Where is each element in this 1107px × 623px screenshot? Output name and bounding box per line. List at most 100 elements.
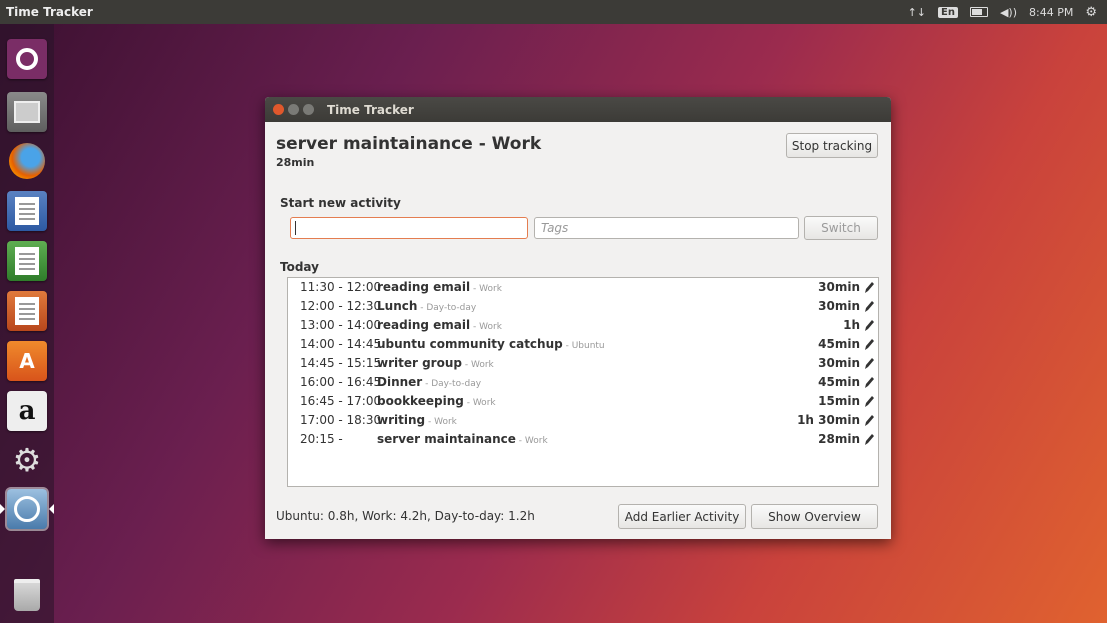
start-new-activity-label: Start new activity bbox=[280, 196, 401, 210]
activity-label: reading email - Work bbox=[377, 278, 502, 299]
activity-duration: 30min bbox=[818, 299, 860, 313]
activity-name: ubuntu community catchup bbox=[377, 337, 563, 351]
activity-name: Lunch bbox=[377, 299, 418, 313]
firefox-icon[interactable] bbox=[7, 141, 47, 181]
list-item[interactable]: 12:00 - 12:30 Lunch - Day-to-day 30min bbox=[288, 297, 878, 316]
current-activity-name: server maintainance - Work bbox=[276, 134, 542, 154]
activity-category: - Work bbox=[515, 436, 548, 446]
add-earlier-activity-button[interactable]: Add Earlier Activity bbox=[618, 504, 746, 529]
activity-name: server maintainance bbox=[377, 432, 516, 446]
activity-time: 14:45 - 15:15 bbox=[300, 356, 382, 370]
software-center-icon[interactable]: A bbox=[7, 341, 47, 381]
libreoffice-calc-icon[interactable] bbox=[7, 241, 47, 281]
edit-pencil-icon[interactable] bbox=[863, 335, 875, 354]
activity-category: - Work bbox=[470, 284, 502, 294]
close-icon[interactable] bbox=[273, 104, 284, 115]
activity-name: bookkeeping bbox=[377, 394, 464, 408]
active-app-title: Time Tracker bbox=[6, 5, 93, 19]
list-item[interactable]: 13:00 - 14:00 reading email - Work 1h bbox=[288, 316, 878, 335]
edit-pencil-icon[interactable] bbox=[863, 411, 875, 430]
edit-pencil-icon[interactable] bbox=[863, 430, 875, 449]
list-item[interactable]: 16:00 - 16:45 Dinner - Day-to-day 45min bbox=[288, 373, 878, 392]
list-item[interactable]: 20:15 - server maintainance - Work 28min bbox=[288, 430, 878, 449]
active-indicator-right bbox=[49, 504, 54, 514]
libreoffice-impress-icon[interactable] bbox=[7, 291, 47, 331]
list-item[interactable]: 11:30 - 12:00 reading email - Work 30min bbox=[288, 278, 878, 297]
minimize-icon[interactable] bbox=[288, 104, 299, 115]
edit-pencil-icon[interactable] bbox=[863, 297, 875, 316]
trash-icon[interactable] bbox=[7, 575, 47, 615]
switch-button[interactable]: Switch bbox=[804, 216, 878, 240]
window-title: Time Tracker bbox=[327, 102, 414, 117]
activity-label: ubuntu community catchup - Ubuntu bbox=[377, 335, 605, 356]
tags-input[interactable] bbox=[534, 217, 799, 239]
activity-label: writing - Work bbox=[377, 411, 457, 432]
edit-pencil-icon[interactable] bbox=[863, 354, 875, 373]
battery-icon[interactable] bbox=[969, 7, 988, 17]
activity-label: writer group - Work bbox=[377, 354, 494, 375]
activity-name: writing bbox=[377, 413, 426, 427]
edit-pencil-icon[interactable] bbox=[863, 278, 875, 297]
session-settings-icon[interactable]: ⚙ bbox=[1085, 5, 1097, 20]
activity-label: bookkeeping - Work bbox=[377, 392, 496, 413]
list-item[interactable]: 14:45 - 15:15 writer group - Work 30min bbox=[288, 354, 878, 373]
launcher: A a ⚙ bbox=[0, 24, 54, 623]
list-item[interactable]: 17:00 - 18:30 writing - Work 1h 30min bbox=[288, 411, 878, 430]
indicator-area: ↑↓ En ◀)) 8:44 PM ⚙ bbox=[908, 5, 1107, 20]
activity-category: - Work bbox=[463, 398, 496, 408]
activity-time: 12:00 - 12:30 bbox=[300, 299, 382, 313]
activity-time: 20:15 - bbox=[300, 432, 343, 446]
activity-duration: 30min bbox=[818, 280, 860, 294]
activity-duration: 15min bbox=[818, 394, 860, 408]
today-label: Today bbox=[280, 260, 319, 274]
activity-name: reading email bbox=[377, 318, 471, 332]
current-activity-duration: 28min bbox=[276, 156, 315, 169]
list-item[interactable]: 16:45 - 17:00 bookkeeping - Work 15min bbox=[288, 392, 878, 411]
clock[interactable]: 8:44 PM bbox=[1029, 6, 1073, 19]
files-icon[interactable] bbox=[7, 92, 47, 132]
activity-label: reading email - Work bbox=[377, 316, 502, 337]
time-tracker-window: Time Tracker server maintainance - Work … bbox=[265, 97, 891, 539]
time-tracker-icon[interactable] bbox=[5, 487, 49, 531]
activity-input[interactable] bbox=[290, 217, 528, 239]
window-titlebar[interactable]: Time Tracker bbox=[265, 97, 891, 122]
activity-duration: 28min bbox=[818, 432, 860, 446]
activity-category: - Day-to-day bbox=[422, 379, 482, 389]
activity-name: Dinner bbox=[377, 375, 423, 389]
activity-duration: 1h bbox=[843, 318, 860, 332]
activity-time: 11:30 - 12:00 bbox=[300, 280, 382, 294]
activity-time: 16:45 - 17:00 bbox=[300, 394, 382, 408]
show-overview-button[interactable]: Show Overview bbox=[751, 504, 878, 529]
list-item[interactable]: 14:00 - 14:45 ubuntu community catchup - … bbox=[288, 335, 878, 354]
top-panel: Time Tracker ↑↓ En ◀)) 8:44 PM ⚙ bbox=[0, 0, 1107, 24]
ubuntu-logo-icon[interactable] bbox=[7, 39, 47, 79]
activity-name: writer group bbox=[377, 356, 462, 370]
edit-pencil-icon[interactable] bbox=[863, 316, 875, 335]
stop-tracking-button[interactable]: Stop tracking bbox=[786, 133, 878, 158]
libreoffice-writer-icon[interactable] bbox=[7, 191, 47, 231]
activity-time: 17:00 - 18:30 bbox=[300, 413, 382, 427]
activity-duration: 45min bbox=[818, 337, 860, 351]
volume-icon[interactable]: ◀)) bbox=[1000, 6, 1017, 19]
activity-category: - Work bbox=[425, 417, 457, 427]
system-settings-icon[interactable]: ⚙ bbox=[7, 440, 47, 480]
activity-time: 13:00 - 14:00 bbox=[300, 318, 382, 332]
text-cursor bbox=[295, 221, 296, 235]
category-summary: Ubuntu: 0.8h, Work: 4.2h, Day-to-day: 1.… bbox=[276, 509, 535, 523]
activity-category: - Day-to-day bbox=[417, 303, 477, 313]
keyboard-layout-indicator[interactable]: En bbox=[938, 6, 958, 18]
activity-category: - Work bbox=[461, 360, 494, 370]
activity-duration: 1h 30min bbox=[797, 413, 860, 427]
activity-label: Dinner - Day-to-day bbox=[377, 373, 481, 394]
edit-pencil-icon[interactable] bbox=[863, 373, 875, 392]
activity-time: 14:00 - 14:45 bbox=[300, 337, 382, 351]
activity-time: 16:00 - 16:45 bbox=[300, 375, 382, 389]
activity-name: reading email bbox=[377, 280, 471, 294]
edit-pencil-icon[interactable] bbox=[863, 392, 875, 411]
active-indicator-left bbox=[0, 504, 5, 514]
today-activity-list[interactable]: 11:30 - 12:00 reading email - Work 30min 12… bbox=[287, 277, 879, 487]
amazon-icon[interactable]: a bbox=[7, 391, 47, 431]
network-icon[interactable]: ↑↓ bbox=[908, 6, 926, 19]
maximize-icon[interactable] bbox=[303, 104, 314, 115]
activity-duration: 30min bbox=[818, 356, 860, 370]
